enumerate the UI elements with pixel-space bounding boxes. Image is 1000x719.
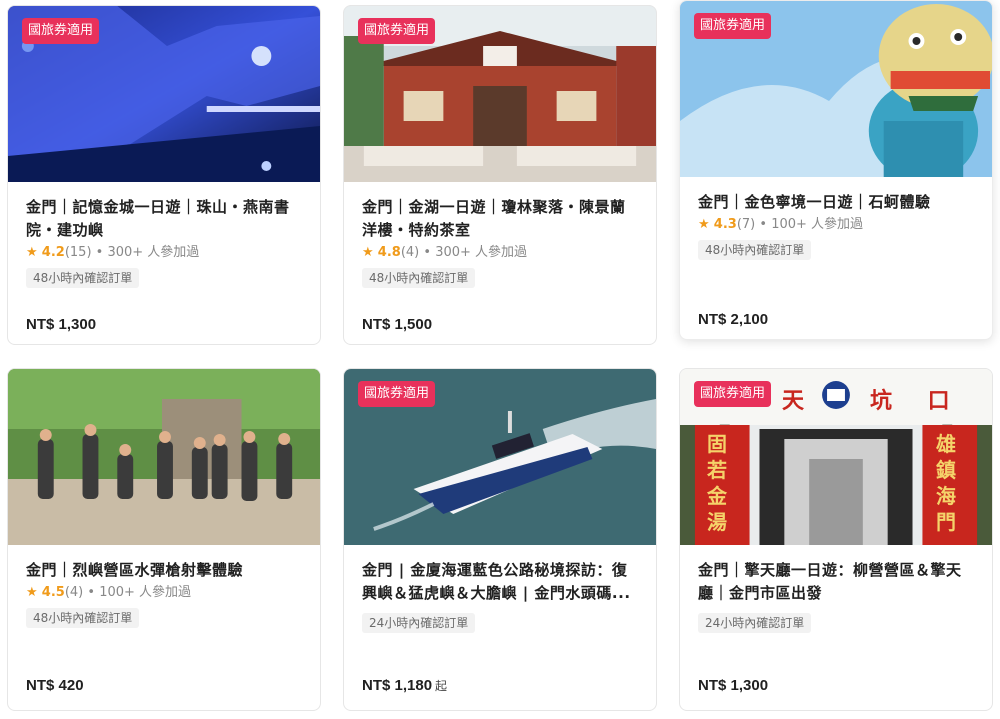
price: NT$ 1,180 起: [362, 677, 447, 694]
product-card[interactable]: 國旅券適用 金門｜記憶金城一日遊｜珠山・燕南書院・建功嶼 ★ 4.2(15) •…: [7, 5, 321, 345]
product-card[interactable]: 國旅券適用 金門 | 金廈海運藍色公路秘境探訪：復興嶼＆猛虎嶼＆大膽嶼 | 金門…: [343, 368, 657, 711]
tunnel-entrance-image[interactable]: 國旅券適用 天 坑 口 固若金湯 雄鎮海門: [680, 369, 992, 545]
banner-left: 固若金湯: [707, 432, 727, 534]
wind-lion-image[interactable]: 國旅券適用: [680, 1, 992, 177]
price: NT$ 1,300: [26, 316, 96, 333]
review-count: (4): [64, 585, 84, 600]
voucher-badge: 國旅券適用: [22, 18, 100, 44]
voucher-badge: 國旅券適用: [694, 381, 772, 407]
participant-count: • 100+ 人參加過: [87, 585, 192, 600]
confirm-tag: 24小時內確認訂單: [362, 613, 476, 633]
product-title[interactable]: 金門｜烈嶼營區水彈槍射擊體驗: [26, 559, 302, 582]
confirm-tag: 48小時內確認訂單: [698, 240, 812, 260]
price-suffix: 起: [435, 679, 448, 693]
confirm-tag: 48小時內確認訂單: [26, 608, 140, 628]
confirm-tag: 24小時內確認訂單: [698, 613, 812, 633]
sign-text-top-left: 天: [782, 388, 805, 414]
blue-cave-image[interactable]: 國旅券適用: [8, 6, 320, 182]
product-title[interactable]: 金門｜記憶金城一日遊｜珠山・燕南書院・建功嶼: [26, 196, 302, 242]
sign-text-top-right: 坑 口: [870, 388, 964, 414]
rating-score: 4.8: [377, 245, 401, 260]
group-photo-image[interactable]: [8, 369, 320, 545]
rating-row: ★ 4.3(7) • 100+ 人參加過: [698, 216, 974, 234]
product-title[interactable]: 金門｜金色寧境一日遊｜石蚵體驗: [698, 191, 974, 214]
price-value: NT$ 1,500: [362, 316, 433, 333]
traditional-house-image[interactable]: 國旅券適用: [344, 6, 656, 182]
voucher-badge: 國旅券適用: [358, 18, 436, 44]
rating-row: ★ 4.2(15) • 300+ 人參加過: [26, 244, 302, 262]
price-value: NT$ 1,300: [698, 677, 769, 694]
product-title[interactable]: 金門｜金湖一日遊｜瓊林聚落・陳景蘭洋樓・特約茶室: [362, 196, 638, 242]
rating-score: 4.3: [713, 217, 737, 232]
star-icon: ★: [26, 585, 38, 600]
review-count: (15): [64, 245, 92, 260]
confirm-tag: 48小時內確認訂單: [26, 268, 140, 288]
star-icon: ★: [698, 217, 710, 232]
product-card[interactable]: 金門｜烈嶼營區水彈槍射擊體驗 ★ 4.5(4) • 100+ 人參加過 48小時…: [7, 368, 321, 711]
product-title[interactable]: 金門 | 金廈海運藍色公路秘境探訪：復興嶼＆猛虎嶼＆大膽嶼 | 金門水頭碼...: [362, 559, 638, 605]
product-card[interactable]: 國旅券適用 金門｜金湖一日遊｜瓊林聚落・陳景蘭洋樓・特約茶室 ★ 4.8(4) …: [343, 5, 657, 345]
price: NT$ 1,500: [362, 316, 432, 333]
rating-row: ★ 4.5(4) • 100+ 人參加過: [26, 584, 302, 602]
rating-score: 4.2: [41, 245, 65, 260]
product-card[interactable]: 國旅券適用 天 坑 口 固若金湯 雄鎮海門 金門｜擎天廳一日遊：柳營營區＆擎天廳…: [679, 368, 993, 711]
price: NT$ 420: [26, 677, 84, 694]
participant-count: • 100+ 人參加過: [759, 217, 864, 232]
star-icon: ★: [362, 245, 374, 260]
review-count: (7): [736, 217, 756, 232]
participant-count: • 300+ 人參加過: [95, 245, 200, 260]
rating-score: 4.5: [41, 585, 65, 600]
price-value: NT$ 1,180: [362, 677, 433, 694]
price-value: NT$ 2,100: [698, 311, 769, 328]
product-card[interactable]: 國旅券適用 金門｜金色寧境一日遊｜石蚵體驗 ★ 4.3(7) • 100+ 人參…: [679, 0, 993, 340]
product-title[interactable]: 金門｜擎天廳一日遊：柳營營區＆擎天廳｜金門市區出發: [698, 559, 974, 605]
voucher-badge: 國旅券適用: [694, 13, 772, 39]
rating-row: ★ 4.8(4) • 300+ 人參加過: [362, 244, 638, 262]
price-value: NT$ 1,300: [26, 316, 97, 333]
banner-right: 雄鎮海門: [936, 432, 956, 534]
voucher-badge: 國旅券適用: [358, 381, 436, 407]
confirm-tag: 48小時內確認訂單: [362, 268, 476, 288]
review-count: (4): [400, 245, 420, 260]
price-value: NT$ 420: [26, 677, 84, 694]
star-icon: ★: [26, 245, 38, 260]
price: NT$ 1,300: [698, 677, 768, 694]
participant-count: • 300+ 人參加過: [423, 245, 528, 260]
ferry-boat-image[interactable]: 國旅券適用: [344, 369, 656, 545]
price: NT$ 2,100: [698, 311, 768, 328]
